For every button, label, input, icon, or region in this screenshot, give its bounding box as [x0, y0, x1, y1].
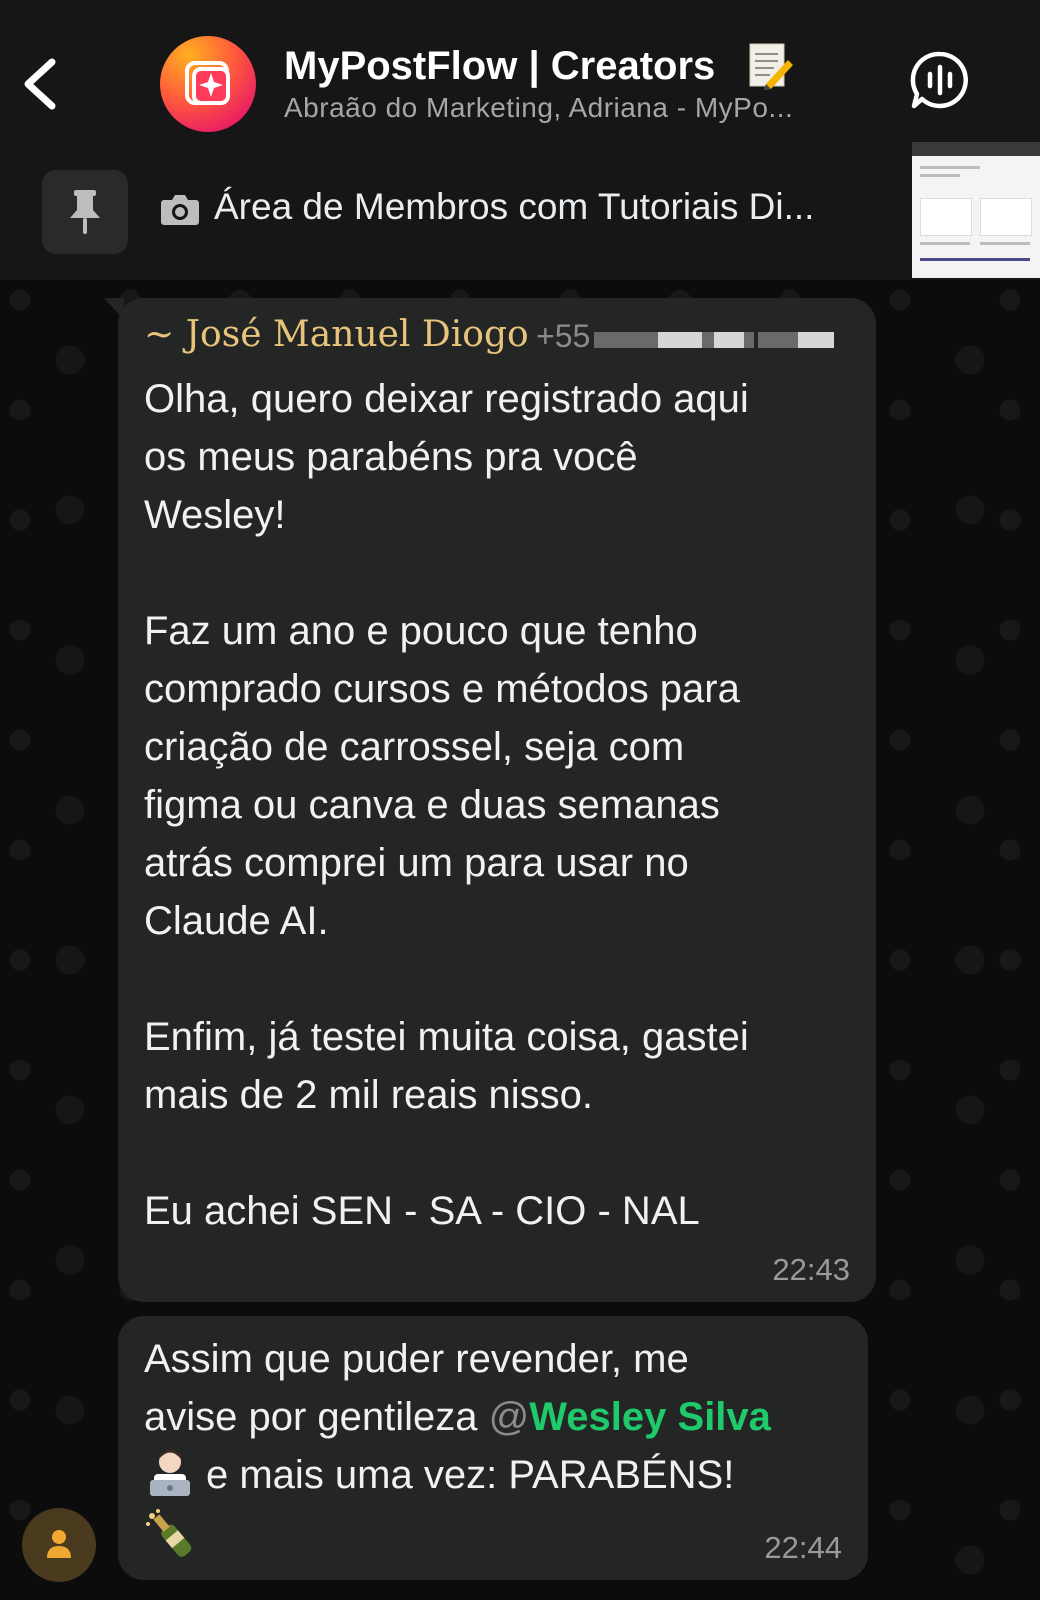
thumb-line	[920, 166, 980, 169]
message-text: Assim que puder revender, me avise por g…	[144, 1330, 844, 1564]
voice-chat-button[interactable]	[910, 50, 970, 110]
person-icon	[47, 1530, 71, 1558]
thumb-card	[920, 198, 972, 236]
thumb-line	[920, 242, 970, 245]
sparkle-icon	[199, 73, 223, 97]
group-avatar[interactable]	[160, 36, 256, 132]
back-button[interactable]	[18, 52, 66, 116]
sender-phone: +55	[536, 318, 591, 354]
redacted-phone	[714, 332, 744, 348]
group-title[interactable]: MyPostFlow | Creators	[284, 44, 715, 89]
message-line: e mais uma vez: PARABÉNS!	[144, 1446, 844, 1504]
champagne-emoji-icon	[146, 1509, 192, 1557]
thumb-line	[920, 258, 1030, 261]
voice-chat-icon	[910, 51, 968, 109]
mention-wesley-silva[interactable]: Wesley Silva	[529, 1395, 771, 1439]
message-line-text: e mais uma vez: PARABÉNS!	[206, 1453, 735, 1497]
message-time: 22:44	[764, 1530, 842, 1565]
thumb-topbar	[912, 142, 1040, 156]
group-members[interactable]: Abraão do Marketing, Adriana - MyPo...	[284, 92, 874, 124]
message-line: avise por gentileza @Wesley Silva	[144, 1388, 844, 1446]
pinned-thumbnail[interactable]	[912, 142, 1040, 278]
camera-icon	[161, 195, 199, 225]
message-text: Olha, quero deixar registrado aqui os me…	[144, 377, 749, 1233]
message-bubble[interactable]: ~ José Manuel Diogo +55 Olha, quero deix…	[104, 298, 876, 1302]
sender-avatar[interactable]	[22, 1508, 96, 1582]
thumb-card	[980, 198, 1032, 236]
message-time: 22:43	[772, 1252, 850, 1287]
pin-icon	[70, 190, 100, 234]
mention-at: @	[488, 1395, 530, 1439]
message-line: Assim que puder revender, me	[144, 1337, 689, 1381]
memo-icon	[749, 43, 793, 90]
redacted-phone	[798, 332, 834, 348]
redacted-phone	[758, 332, 798, 348]
sender-name[interactable]: ~ José Manuel Diogo	[144, 314, 529, 355]
thumb-line	[920, 174, 960, 177]
redacted-phone	[658, 332, 702, 348]
pinned-message-text: Área de Membros com Tutoriais Di...	[214, 186, 815, 227]
chevron-left-icon	[24, 58, 56, 110]
message-line-prefix: avise por gentileza	[144, 1395, 489, 1439]
technologist-emoji-icon	[150, 1449, 190, 1496]
message-bubble[interactable]: Assim que puder revender, me avise por g…	[118, 1316, 868, 1580]
pinned-message-bar[interactable]: Área de Membros com Tutoriais Di...	[0, 140, 1040, 280]
thumb-line	[980, 242, 1030, 245]
pin-button[interactable]	[42, 170, 128, 254]
